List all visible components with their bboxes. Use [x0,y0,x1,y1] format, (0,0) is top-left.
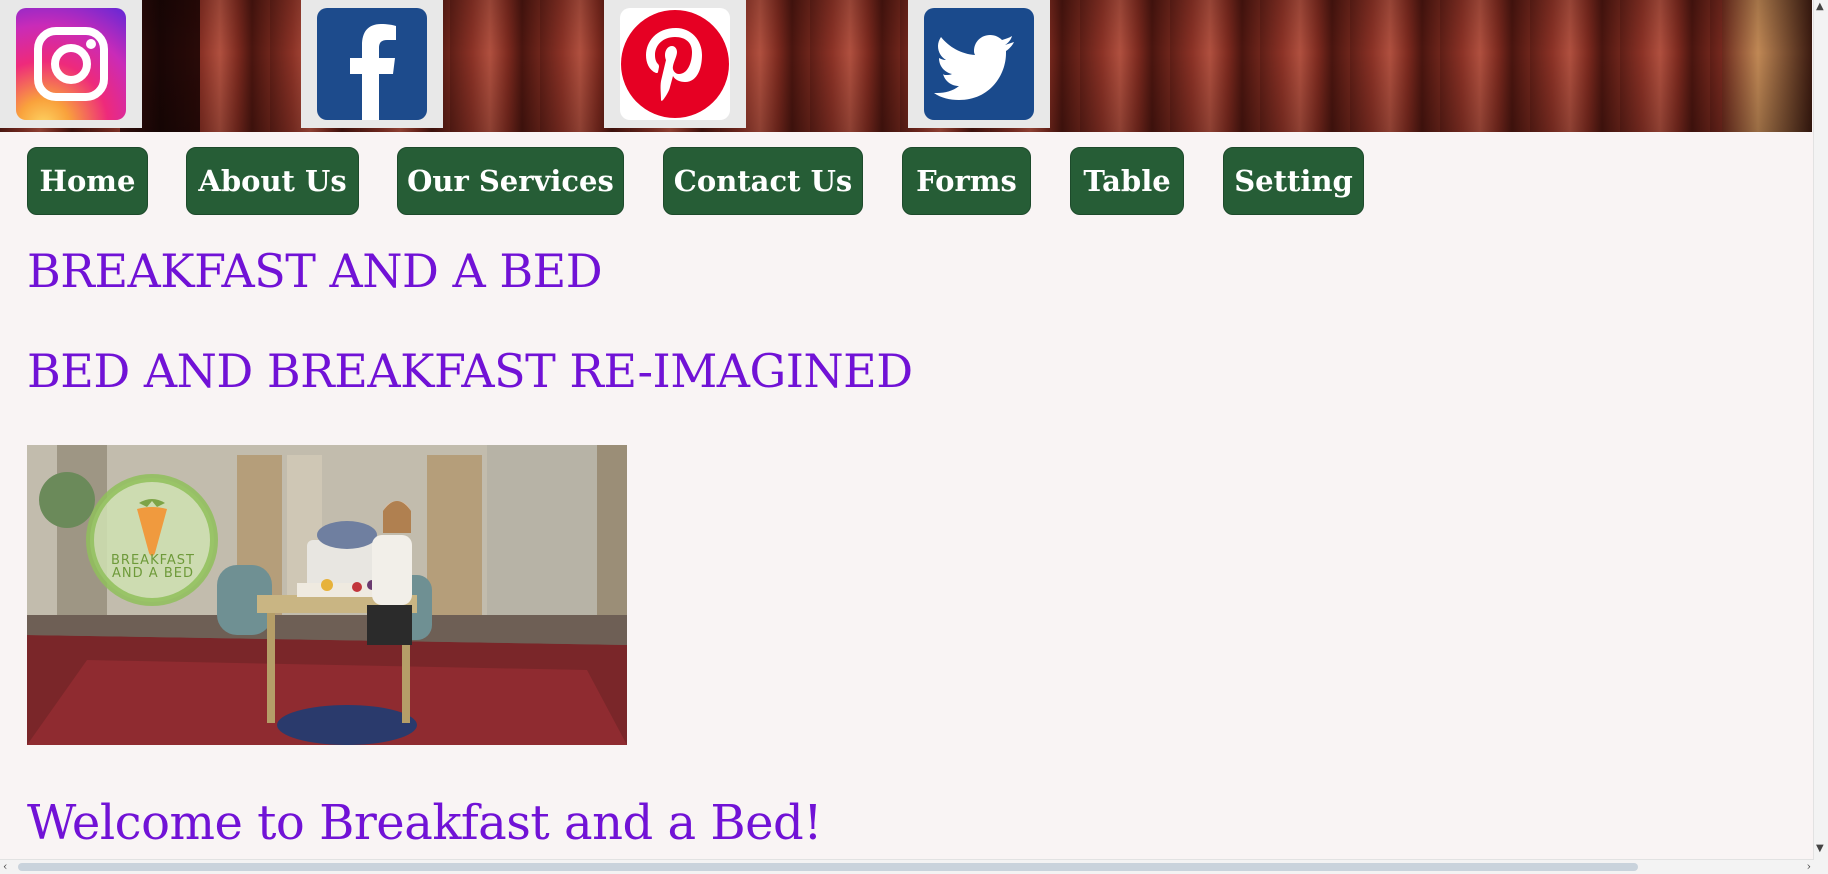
header-banner [0,0,1812,132]
instagram-link[interactable] [0,0,142,128]
twitter-icon [924,8,1034,120]
nav-forms-button[interactable]: Forms [902,147,1031,215]
facebook-link[interactable] [301,0,443,128]
scroll-up-icon[interactable]: ▲ [1816,2,1824,12]
hero-logo-text-2: AND A BED [112,566,194,581]
scroll-left-icon[interactable]: ‹ [3,861,7,872]
horizontal-scrollbar[interactable]: ‹ › [0,859,1814,874]
nav-our-services-button[interactable]: Our Services [397,147,624,215]
scroll-down-icon[interactable]: ▼ [1816,844,1824,854]
welcome-heading: Welcome to Breakfast and a Bed! [27,795,823,851]
nav-contact-us-button[interactable]: Contact Us [663,147,863,215]
nav-home-button[interactable]: Home [27,147,148,215]
nav-table-button[interactable]: Table [1070,147,1184,215]
pinterest-link[interactable] [604,0,746,128]
page-subtitle: BED AND BREAKFAST RE-IMAGINED [27,344,913,398]
twitter-link[interactable] [908,0,1050,128]
horizontal-scroll-thumb[interactable] [18,863,1638,871]
nav-setting-button[interactable]: Setting [1223,147,1364,215]
instagram-icon [16,8,126,120]
pinterest-icon [620,8,730,120]
scroll-right-icon[interactable]: › [1807,861,1811,872]
vertical-scrollbar[interactable]: ▲ ▼ [1813,0,1828,874]
nav-about-us-button[interactable]: About Us [186,147,359,215]
hero-image: BREAKFAST AND A BED [27,445,627,745]
curtain-edge [1722,0,1812,132]
facebook-icon [317,8,427,120]
page-title: BREAKFAST AND A BED [27,244,603,298]
